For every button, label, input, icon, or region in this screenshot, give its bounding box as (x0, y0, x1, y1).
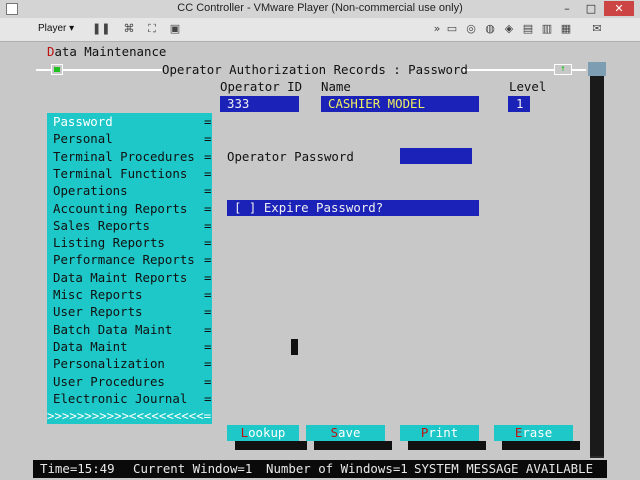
menu-item-label: Listing Reports (53, 235, 165, 251)
menu-item-label: Data Maint (53, 338, 128, 354)
menu-item-separator: = (204, 148, 212, 164)
save-rest: ave (338, 425, 361, 440)
hdd-icon[interactable]: ▥ (540, 22, 554, 36)
send-ctrl-alt-del-icon[interactable]: ⌘ (122, 22, 136, 36)
menu-item-separator: = (204, 217, 212, 233)
network-icon[interactable]: ▭ (445, 22, 459, 36)
menu-title[interactable]: Data Maintenance (47, 44, 166, 60)
menu-item-label: Performance Reports (53, 252, 195, 268)
lookup-button[interactable]: Lookup (227, 425, 299, 441)
menu-item-separator: = (204, 269, 212, 285)
menu-item-label: Accounting Reports (53, 200, 188, 216)
menu-item-label: Terminal Functions (53, 165, 188, 181)
zoom-arrow-icon: ↑ (560, 64, 566, 74)
menu-item-label: Data Maint Reports (53, 269, 188, 285)
window-title: CC Controller - VMware Player (Non-comme… (177, 2, 463, 14)
level-label: Level (509, 79, 547, 94)
player-menu-button[interactable]: Player ▾ (38, 23, 74, 34)
level-field[interactable]: 1 (508, 96, 530, 112)
menu-item-label: Password (53, 114, 113, 129)
message-icon[interactable]: ✉ (590, 22, 604, 36)
minimize-button[interactable]: – (556, 1, 578, 16)
window-title-text: Operator Authorization Records : Passwor… (162, 62, 468, 77)
menu-title-rest: ata Maintenance (54, 44, 167, 59)
menu-item-separator: = (204, 304, 212, 320)
menu-item-label: Terminal Procedures (53, 148, 195, 164)
erase-button-shadow (502, 441, 580, 450)
status-current-window: Current Window=1 (133, 461, 253, 476)
printer-icon[interactable]: ▤ (521, 22, 535, 36)
operator-password-label: Operator Password (227, 149, 354, 164)
menu-item-label: Misc Reports (53, 287, 143, 302)
menu-item-label: Sales Reports (53, 217, 150, 233)
menu-item-separator: = (204, 252, 212, 268)
menu-item-separator: = (204, 390, 212, 406)
menu-scroll-indicator[interactable]: >>>>>>>>>>><<<<<<<<<<= (47, 408, 211, 424)
menu-item-separator: = (204, 373, 212, 389)
menu-item-separator: = (204, 287, 212, 302)
menu-item-separator: = (204, 200, 212, 216)
menu-item-label: Personal (53, 131, 113, 147)
chevron-right-icon[interactable]: » (430, 22, 444, 36)
close-button[interactable]: ✕ (604, 1, 634, 16)
print-button[interactable]: Print (400, 425, 479, 441)
status-time: Time=15:49 (40, 461, 115, 476)
menu-item-separator: = (204, 356, 212, 372)
close-box-icon (54, 67, 60, 72)
menu-item-separator: = (204, 183, 212, 199)
lookup-button-shadow (235, 441, 307, 450)
menu-item-label: Operations (53, 183, 128, 199)
window-close-box[interactable] (51, 64, 63, 75)
text-cursor (291, 339, 298, 355)
sound-icon[interactable]: ◍ (483, 22, 497, 36)
print-rest: rint (428, 425, 459, 440)
pause-icon[interactable]: ❚❚ (92, 22, 110, 36)
menu-item-separator: = (204, 321, 212, 337)
name-field[interactable]: CASHIER MODEL (321, 96, 479, 112)
save-button[interactable]: Save (306, 425, 385, 441)
menu-item-separator: = (204, 235, 212, 251)
usb-icon[interactable]: ◈ (502, 22, 516, 36)
name-label: Name (321, 79, 351, 94)
menu-item-label: User Reports (53, 304, 143, 320)
operator-id-field[interactable]: 333 (220, 96, 299, 112)
operator-id-label: Operator ID (220, 79, 303, 94)
lookup-hotkey: L (240, 425, 249, 440)
erase-rest: rase (522, 425, 553, 440)
menu-item-separator: = (204, 165, 212, 181)
scrollbar-thumb[interactable] (588, 62, 606, 76)
operator-password-input[interactable] (400, 148, 472, 164)
expire-password-checkbox[interactable]: [ ] Expire Password? (227, 200, 479, 216)
scrollbar-track[interactable] (590, 76, 604, 456)
save-button-shadow (314, 441, 392, 450)
status-message: SYSTEM MESSAGE AVAILABLE (414, 461, 594, 476)
fullscreen-icon[interactable]: ⛶ (145, 22, 159, 36)
menu-item-separator: = (204, 131, 212, 147)
erase-button[interactable]: Erase (494, 425, 573, 441)
save-hotkey: S (330, 425, 339, 440)
maximize-button[interactable]: □ (580, 1, 602, 16)
menu-item-separator: = (204, 338, 212, 354)
print-button-shadow (408, 441, 486, 450)
unity-icon[interactable]: ▣ (168, 22, 182, 36)
cd-icon[interactable]: ◎ (464, 22, 478, 36)
lookup-rest: ookup (248, 425, 286, 440)
menu-item-label: User Procedures (53, 373, 165, 389)
status-number-of-windows: Number of Windows=1 (266, 461, 408, 476)
menu-item-label: Personalization (53, 356, 165, 372)
menu-item-separator: = (204, 114, 212, 129)
menu-item-label: Batch Data Maint (53, 321, 173, 337)
menu-item-label: Electronic Journal (53, 390, 188, 406)
window-zoom-box[interactable]: ↑ (554, 64, 572, 75)
floppy-icon[interactable]: ▦ (559, 22, 573, 36)
